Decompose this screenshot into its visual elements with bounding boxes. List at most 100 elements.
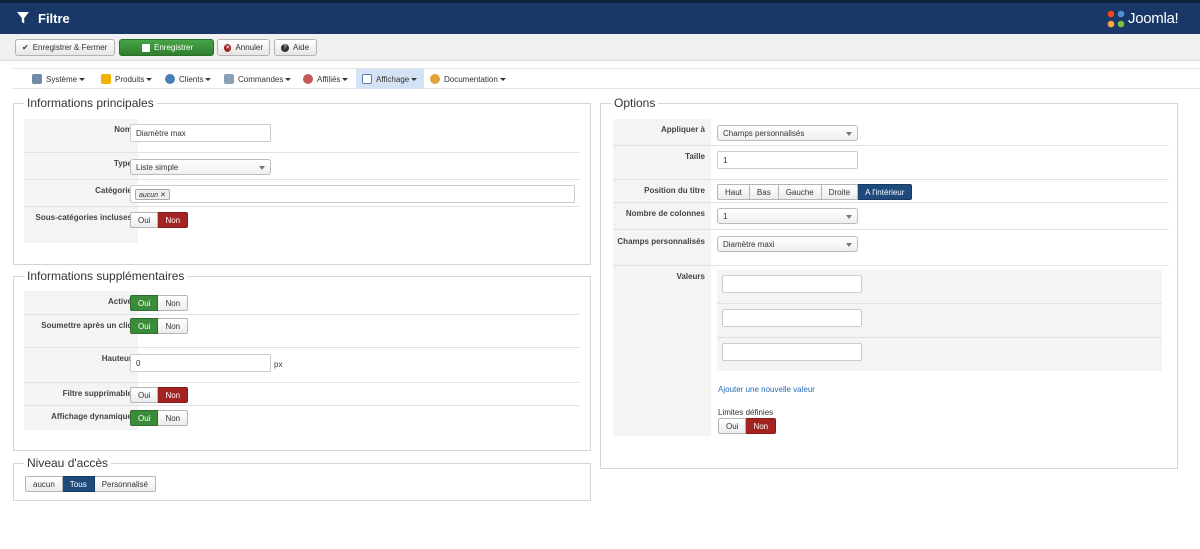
menu-item-label: Clients (179, 74, 204, 84)
submit-yes-button[interactable]: Oui (130, 318, 159, 334)
menu-item-documentation[interactable]: Documentation (424, 69, 512, 89)
dynamic-no-button[interactable]: Non (158, 410, 189, 426)
title-pos-droite[interactable]: Droite (821, 184, 859, 200)
custom-fields-select[interactable]: Diamètre maxi (717, 236, 858, 252)
chevron-down-icon (411, 77, 418, 81)
value-input[interactable] (722, 309, 862, 327)
joomla-logo-icon (1107, 10, 1125, 28)
title-pos-interieur[interactable]: A l'intérieur (858, 184, 913, 200)
height-unit: px (274, 360, 283, 369)
menu-item-systeme[interactable]: Système (26, 69, 91, 89)
title-pos-haut[interactable]: Haut (717, 184, 750, 200)
size-label: Taille (613, 146, 711, 179)
extra-info-legend: Informations supplémentaires (24, 269, 188, 283)
type-select-value: Liste simple (136, 163, 179, 172)
chevron-down-icon (285, 77, 292, 81)
chevron-down-icon (846, 243, 852, 247)
affiliates-icon (303, 74, 313, 84)
deletable-yes-button[interactable]: Oui (130, 387, 159, 403)
chevron-down-icon (79, 77, 86, 81)
values-list (717, 270, 1162, 371)
value-input[interactable] (722, 343, 862, 361)
menu-item-label: Affiliés (317, 74, 341, 84)
box-icon (101, 74, 111, 84)
check-icon: ✔ (22, 43, 29, 52)
deletable-label: Filtre supprimable (24, 383, 138, 405)
limits-label: Limites définies (718, 408, 774, 417)
subcat-yes-button[interactable]: Oui (130, 212, 159, 228)
type-select[interactable]: Liste simple (130, 159, 271, 175)
active-no-button[interactable]: Non (158, 295, 189, 311)
chevron-down-icon (846, 132, 852, 136)
toolbar: ✔ Enregistrer & Fermer Enregistrer ✕ Ann… (0, 34, 1200, 61)
docs-icon (430, 74, 440, 84)
deletable-no-button[interactable]: Non (158, 387, 189, 403)
save-close-button[interactable]: ✔ Enregistrer & Fermer (15, 39, 115, 56)
custom-fields-select-value: Diamètre maxi (723, 240, 775, 249)
custom-fields-label: Champs personnalisés (613, 230, 711, 265)
menu-item-label: Produits (115, 74, 145, 84)
name-input[interactable]: Diamètre max (130, 124, 271, 142)
category-tag-label: aucun (139, 192, 159, 199)
access-option-personnalise[interactable]: Personnalisé (94, 476, 156, 492)
limits-no-button[interactable]: Non (746, 418, 777, 434)
title-position-group: Haut Bas Gauche Droite A l'intérieur (717, 184, 913, 200)
value-input[interactable] (722, 275, 862, 293)
submit-label: Soumettre après un clic (24, 315, 138, 347)
component-menu: Système Produits Clients Commandes Affil… (13, 68, 1200, 89)
apply-select[interactable]: Champs personnalisés (717, 125, 858, 141)
add-value-link[interactable]: Ajouter une nouvelle valeur (718, 385, 815, 394)
category-input[interactable]: aucun ✕ (130, 185, 575, 203)
height-input[interactable]: 0 (130, 354, 271, 372)
cancel-label: Annuler (235, 43, 263, 52)
type-label: Type (24, 153, 138, 179)
menu-item-label: Système (46, 74, 78, 84)
page-title: Filtre (38, 11, 70, 26)
size-row: Taille 1 (613, 146, 1169, 180)
title-pos-bas[interactable]: Bas (749, 184, 779, 200)
help-button[interactable]: ? Aide (274, 39, 317, 56)
name-row: Nom Diamètre max (24, 119, 580, 153)
active-yes-button[interactable]: Oui (130, 295, 159, 311)
title-position-label: Position du titre (613, 180, 711, 202)
subcat-no-button[interactable]: Non (158, 212, 189, 228)
chevron-down-icon (146, 77, 153, 81)
limits-toggle: Oui Non (718, 418, 777, 434)
deletable-toggle: Oui Non (130, 387, 189, 403)
users-icon (165, 74, 175, 84)
menu-item-clients[interactable]: Clients (159, 69, 217, 89)
edit-icon (142, 43, 150, 52)
access-option-tous[interactable]: Tous (62, 476, 95, 492)
menu-item-affichage[interactable]: Affichage (356, 69, 424, 89)
title-pos-gauche[interactable]: Gauche (778, 184, 822, 200)
limits-yes-button[interactable]: Oui (718, 418, 747, 434)
submit-row: Soumettre après un clic Oui Non (24, 315, 580, 348)
main-info-fieldset: Informations principales Nom Diamètre ma… (13, 96, 591, 265)
remove-tag-icon[interactable]: ✕ (160, 192, 166, 199)
dynamic-row: Affichage dynamique Oui Non (24, 406, 580, 430)
chevron-down-icon (259, 166, 265, 170)
menu-item-produits[interactable]: Produits (95, 69, 158, 89)
display-icon (362, 74, 372, 84)
help-icon: ? (281, 43, 289, 52)
cart-icon (224, 74, 234, 84)
access-legend: Niveau d'accès (24, 456, 111, 470)
dynamic-yes-button[interactable]: Oui (130, 410, 159, 426)
chevron-down-icon (846, 215, 852, 219)
size-input[interactable]: 1 (717, 151, 858, 169)
menu-item-label: Documentation (444, 74, 498, 84)
dynamic-toggle: Oui Non (130, 410, 189, 426)
menu-item-commandes[interactable]: Commandes (218, 69, 297, 89)
access-option-aucun[interactable]: aucun (25, 476, 63, 492)
cancel-button[interactable]: ✕ Annuler (217, 39, 270, 56)
filter-icon (17, 12, 29, 24)
chevron-down-icon (499, 77, 506, 81)
menu-item-affilies[interactable]: Affiliés (297, 69, 354, 89)
custom-fields-row: Champs personnalisés Diamètre maxi (613, 230, 1169, 266)
title-position-row: Position du titre Haut Bas Gauche Droite… (613, 180, 1169, 203)
save-button[interactable]: Enregistrer (119, 39, 214, 56)
height-label: Hauteur (24, 348, 138, 382)
submit-no-button[interactable]: Non (158, 318, 189, 334)
columns-select[interactable]: 1 (717, 208, 858, 224)
category-label: Catégorie (24, 180, 138, 206)
